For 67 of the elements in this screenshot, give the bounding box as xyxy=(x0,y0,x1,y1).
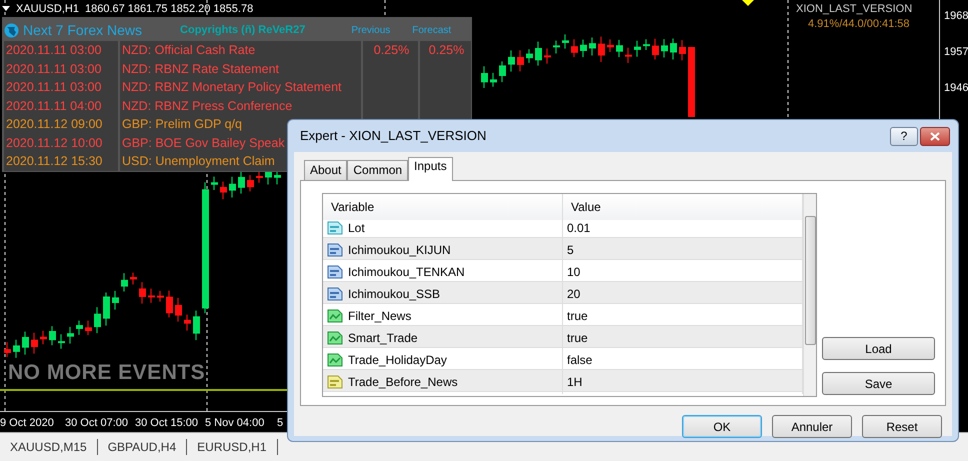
event-time: 2020.11.11 03:00 xyxy=(4,41,118,60)
toggle-type-icon xyxy=(327,331,343,345)
price-label: 1957 xyxy=(944,45,968,60)
dialog-button[interactable]: Annuler xyxy=(772,415,852,438)
variable-name[interactable]: Ichimoukou_TENKAN xyxy=(348,263,465,281)
time-label: 9 Oct 2020 xyxy=(0,416,54,431)
tab[interactable]: Common xyxy=(347,160,408,180)
event-time: 2020.11.12 09:00 xyxy=(4,115,118,134)
panel-title: Next 7 Forex News xyxy=(23,20,142,40)
event-name: NZD: RBNZ Rate Statement xyxy=(120,60,361,78)
variable-name[interactable]: Trade_Before_News xyxy=(348,373,458,391)
variable-name[interactable]: Smart_Trade xyxy=(348,329,418,347)
price-label: 1968 xyxy=(944,9,968,24)
variable-name[interactable]: Ichimoukou_KIJUN xyxy=(348,241,451,259)
side-button[interactable]: Load xyxy=(822,337,935,360)
number-type-icon xyxy=(327,221,343,235)
event-time: 2020.11.12 10:00 xyxy=(4,134,118,152)
chart-tab[interactable]: GBPAUD,H4 xyxy=(98,439,188,455)
column-header[interactable]: Variable xyxy=(323,194,563,220)
scrollbar-thumb[interactable] xyxy=(804,216,816,345)
globe-icon xyxy=(4,22,19,38)
number-type-icon xyxy=(327,265,343,279)
price-label: 1946 xyxy=(944,81,968,96)
help-button[interactable]: ? xyxy=(890,126,918,146)
close-icon xyxy=(930,132,940,140)
previous-value: 0.25% xyxy=(363,41,418,60)
event-time: 2020.11.12 15:30 xyxy=(4,152,118,170)
event-time: 2020.11.11 03:00 xyxy=(4,78,118,96)
text-type-icon xyxy=(327,375,343,389)
column-header: Forecast xyxy=(412,24,452,38)
time-label: 30 Oct 07:00 xyxy=(65,416,128,431)
forecast-value: 0.25% xyxy=(420,41,471,60)
variable-name[interactable]: Filter_News xyxy=(348,307,412,325)
variable-name[interactable]: Ichimoukou_SSB xyxy=(348,285,440,303)
toggle-type-icon xyxy=(327,309,343,323)
dialog-button[interactable]: OK xyxy=(682,415,762,438)
scrollbar[interactable] xyxy=(803,194,816,396)
tab[interactable]: Inputs xyxy=(408,157,453,181)
status-text: NO MORE EVENTS xyxy=(8,360,206,386)
side-button[interactable]: Save xyxy=(822,372,935,395)
arrow-marker-icon xyxy=(742,0,754,6)
variable-name[interactable]: Lot xyxy=(348,219,365,237)
chart-tab[interactable]: XAUUSD,M15 xyxy=(0,439,98,455)
dropdown-icon[interactable] xyxy=(2,6,10,12)
chart-tab[interactable]: EURUSD,H1 xyxy=(187,439,278,455)
symbol-label: XAUUSD,H1 xyxy=(16,2,79,17)
time-label: 5 Nov 04:00 xyxy=(205,416,264,431)
column-header: Previous xyxy=(351,24,390,38)
number-type-icon xyxy=(327,243,343,257)
tab[interactable]: About xyxy=(304,160,348,180)
time-label: 30 Oct 15:00 xyxy=(135,416,198,431)
ea-status-text: 4.91%/44.0/00:41:58 xyxy=(808,17,910,32)
event-name: NZD: Official Cash Rate xyxy=(120,41,361,60)
event-name: NZD: RBNZ Monetary Policy Statement xyxy=(120,78,361,96)
event-time: 2020.11.11 04:00 xyxy=(4,96,118,115)
time-label: 5 xyxy=(277,416,284,431)
dialog-button[interactable]: Reset xyxy=(862,415,942,438)
close-button[interactable] xyxy=(920,126,950,146)
copyright-text: Copyrights (ñ) ReVeR27 xyxy=(180,22,306,38)
variable-name[interactable]: Trade_HolidayDay xyxy=(348,351,447,369)
event-time: 2020.11.11 03:00 xyxy=(4,60,118,78)
toggle-type-icon xyxy=(327,353,343,367)
ohlc-values: 1860.67 1861.75 1852.20 1855.78 xyxy=(84,2,254,17)
ea-name-label: XION_LAST_VERSION xyxy=(796,2,912,17)
event-name: NZD: RBNZ Press Conference xyxy=(120,96,361,115)
number-type-icon xyxy=(327,287,343,301)
column-header[interactable]: Value xyxy=(563,194,803,220)
